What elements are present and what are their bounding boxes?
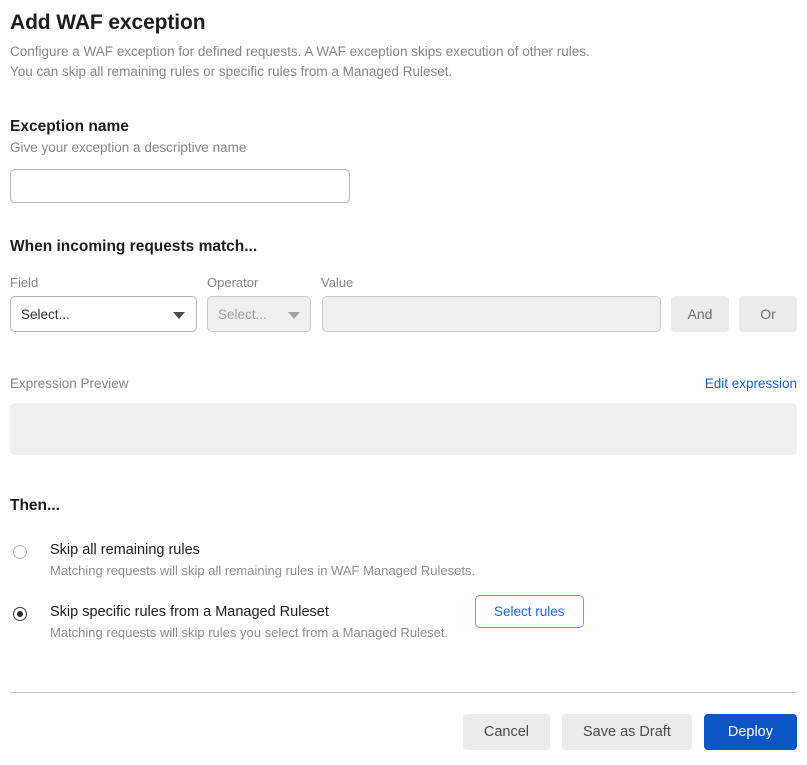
- then-heading: Then...: [10, 497, 60, 514]
- radio-option-skip-specific-text: Skip specific rules from a Managed Rules…: [50, 604, 448, 640]
- expression-preview-box: [10, 403, 797, 455]
- match-conditions-section: When incoming requests match... Field Op…: [10, 238, 797, 332]
- operator-select[interactable]: Select...: [207, 296, 311, 332]
- field-select[interactable]: Select...: [10, 296, 197, 332]
- add-waf-exception-form: Add WAF exception Configure a WAF except…: [0, 0, 807, 765]
- then-section: Then... Skip all remaining rules Matchin…: [10, 497, 797, 640]
- edit-expression-link[interactable]: Edit expression: [705, 376, 797, 391]
- radio-button-skip-all[interactable]: [13, 545, 27, 559]
- expression-preview-header: Expression Preview Edit expression: [10, 376, 797, 391]
- page-title: Add WAF exception: [10, 11, 206, 34]
- field-column-label: Field: [10, 275, 39, 290]
- exception-name-input[interactable]: [10, 169, 350, 203]
- then-options-list: Skip all remaining rules Matching reques…: [10, 542, 797, 640]
- operator-select-value: Select...: [218, 306, 267, 322]
- radio-description-skip-all: Matching requests will skip all remainin…: [50, 563, 476, 578]
- select-rules-button[interactable]: Select rules: [475, 595, 584, 628]
- radio-button-skip-specific[interactable]: [13, 607, 27, 621]
- expression-preview-label: Expression Preview: [10, 376, 129, 391]
- match-condition-row: Select... Select... And Or: [10, 296, 797, 332]
- field-select-value: Select...: [21, 306, 70, 322]
- or-button[interactable]: Or: [739, 296, 797, 332]
- exception-name-heading: Exception name: [10, 118, 129, 135]
- match-column-labels: Field Operator Value: [10, 275, 797, 290]
- match-heading: When incoming requests match...: [10, 238, 258, 255]
- value-column-label: Value: [321, 275, 354, 290]
- chevron-down-icon: [173, 312, 185, 319]
- cancel-button[interactable]: Cancel: [462, 714, 551, 750]
- footer-divider: [10, 692, 797, 693]
- deploy-button[interactable]: Deploy: [703, 714, 797, 750]
- radio-option-skip-all[interactable]: Skip all remaining rules Matching reques…: [10, 542, 797, 578]
- radio-label-skip-all: Skip all remaining rules: [50, 542, 200, 558]
- chevron-down-icon: [288, 312, 300, 319]
- radio-description-skip-specific: Matching requests will skip rules you se…: [50, 625, 449, 640]
- page-description-line-2: You can skip all remaining rules or spec…: [10, 64, 453, 79]
- exception-name-subtitle: Give your exception a descriptive name: [10, 140, 247, 155]
- expression-preview-section: Expression Preview Edit expression: [10, 376, 797, 455]
- footer-actions: Cancel Save as Draft Deploy: [462, 714, 797, 750]
- and-button[interactable]: And: [671, 296, 729, 332]
- save-as-draft-button[interactable]: Save as Draft: [562, 714, 692, 750]
- value-input[interactable]: [322, 296, 661, 332]
- page-description-line-1: Configure a WAF exception for defined re…: [10, 44, 590, 59]
- exception-name-section: Exception name Give your exception a des…: [10, 118, 797, 203]
- radio-label-skip-specific: Skip specific rules from a Managed Rules…: [50, 604, 329, 620]
- page-description: Configure a WAF exception for defined re…: [10, 42, 797, 82]
- radio-option-skip-all-text: Skip all remaining rules Matching reques…: [50, 542, 475, 578]
- operator-column-label: Operator: [207, 275, 259, 290]
- radio-option-skip-specific[interactable]: Skip specific rules from a Managed Rules…: [10, 595, 797, 640]
